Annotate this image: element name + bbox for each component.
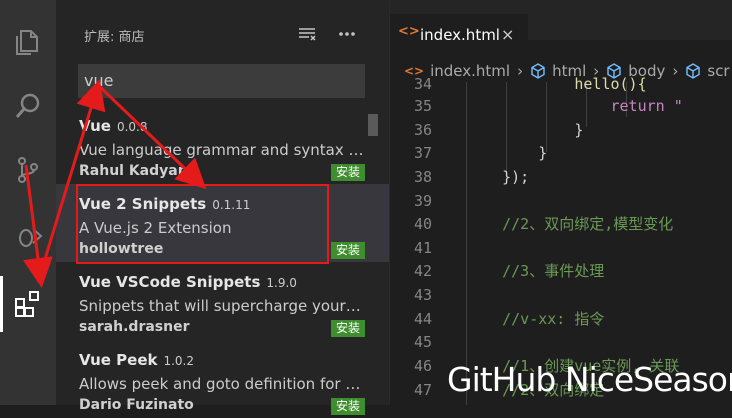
search-icon[interactable] bbox=[0, 78, 56, 134]
extension-item[interactable]: Vue VSCode Snippets 1.9.0 Snippets that w… bbox=[56, 262, 389, 340]
extension-author: Dario Fuzinato bbox=[79, 397, 194, 413]
extension-item[interactable]: Vue Peek 1.0.2 Allows peek and goto defin… bbox=[56, 340, 389, 418]
code-line[interactable]: 35 return " bbox=[390, 94, 732, 118]
extension-search-input[interactable]: vue bbox=[78, 64, 365, 98]
tab-index-html[interactable]: <> index.html × bbox=[390, 14, 528, 56]
activity-bar bbox=[0, 0, 56, 405]
source-control-icon[interactable] bbox=[0, 142, 56, 198]
code-line[interactable]: 44 //v-xx: 指令 bbox=[390, 307, 732, 331]
install-button[interactable]: 安装 bbox=[330, 320, 365, 337]
code-line[interactable]: 36 } bbox=[390, 118, 732, 142]
extension-author: Rahul Kadyan bbox=[79, 163, 188, 179]
code-line[interactable]: 39 bbox=[390, 189, 732, 213]
code-line[interactable]: 40 //2、双向绑定,模型变化 bbox=[390, 212, 732, 236]
code-line[interactable]: 37 } bbox=[390, 141, 732, 165]
extension-description: Vue language grammar and syntax hi... bbox=[79, 141, 364, 159]
extension-name: Vue Peek bbox=[79, 351, 158, 369]
clear-extensions-icon[interactable] bbox=[295, 22, 319, 46]
extensions-icon[interactable] bbox=[0, 276, 56, 332]
explorer-icon[interactable] bbox=[0, 14, 56, 70]
sidebar-scrollbar[interactable] bbox=[368, 114, 378, 136]
code-line[interactable]: 42 //3、事件处理 bbox=[390, 259, 732, 283]
sidebar-title: 扩展: 商店 bbox=[84, 30, 145, 45]
highlight-box bbox=[76, 184, 329, 264]
tab-label: index.html bbox=[420, 26, 500, 44]
install-button[interactable]: 安装 bbox=[330, 242, 365, 259]
watermark: GitHub NiceSeason bbox=[447, 360, 732, 399]
html-file-icon: <> bbox=[398, 24, 420, 39]
extension-description: Allows peek and goto definition for V... bbox=[79, 375, 364, 393]
extension-version: 0.0.8 bbox=[116, 120, 148, 134]
code-line[interactable]: 43 bbox=[390, 283, 732, 307]
extension-item[interactable]: Vue 0.0.8 Vue language grammar and syntax… bbox=[56, 106, 389, 184]
code-line[interactable]: 38 }); bbox=[390, 165, 732, 189]
extension-name: Vue VSCode Snippets bbox=[79, 273, 261, 291]
install-button[interactable]: 安装 bbox=[330, 164, 365, 181]
debug-icon[interactable] bbox=[0, 208, 56, 264]
code-line[interactable]: 34 hello(){ bbox=[390, 72, 732, 96]
more-actions-icon[interactable] bbox=[335, 22, 359, 46]
code-line[interactable]: 41 bbox=[390, 236, 732, 260]
code-line[interactable]: 45 bbox=[390, 330, 732, 354]
editor-area: <> index.html × <> index.html › html › bo… bbox=[390, 0, 732, 405]
install-button[interactable]: 安装 bbox=[330, 398, 365, 415]
extension-version: 1.0.2 bbox=[163, 354, 195, 368]
extension-version: 1.9.0 bbox=[266, 276, 297, 290]
extension-name: Vue bbox=[79, 117, 111, 135]
extension-description: Snippets that will supercharge your V... bbox=[79, 297, 364, 315]
close-icon[interactable]: × bbox=[501, 25, 514, 44]
extension-author: sarah.drasner bbox=[79, 319, 190, 335]
